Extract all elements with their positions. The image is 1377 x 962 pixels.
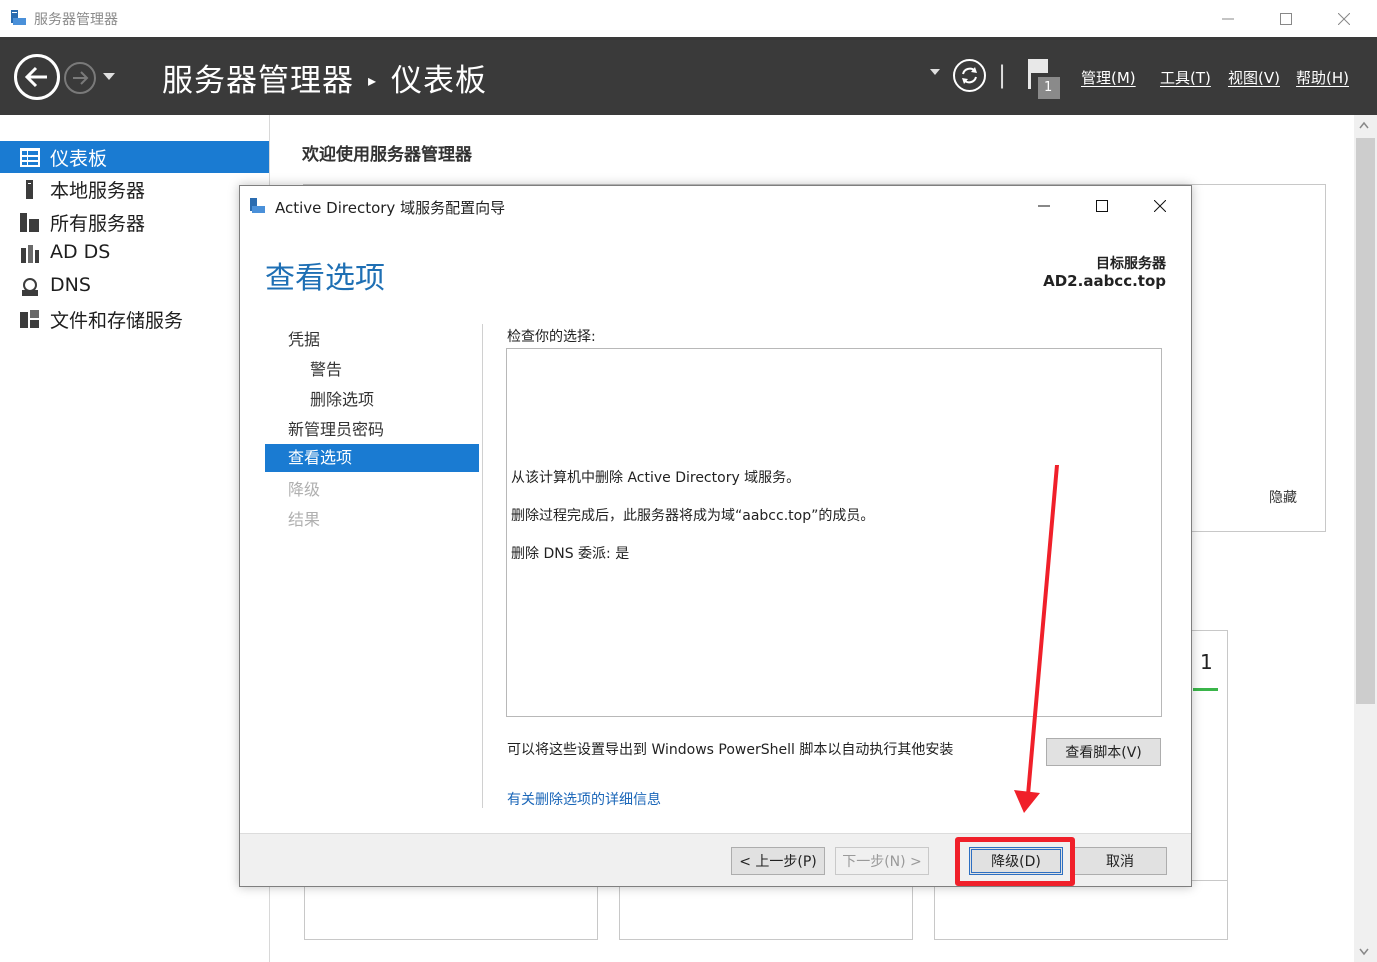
steps-divider	[482, 324, 483, 808]
dialog-maximize-button[interactable]	[1073, 186, 1131, 226]
server-manager-app-icon	[11, 10, 26, 25]
view-script-button[interactable]: 查看脚本(V)	[1046, 738, 1161, 766]
role-tile	[619, 880, 913, 940]
scroll-down-icon[interactable]	[1358, 948, 1370, 956]
step-results: 结果	[288, 510, 321, 529]
servers-icon	[20, 213, 39, 232]
annotation-highlight-box	[955, 837, 1075, 886]
close-icon	[1154, 200, 1166, 212]
history-dropdown-icon[interactable]	[103, 73, 115, 81]
breadcrumb-separator-icon: ▸	[368, 71, 378, 90]
previous-button[interactable]: < 上一步(P)	[731, 847, 825, 875]
review-line: 从该计算机中删除 Active Directory 域服务。	[511, 470, 801, 486]
notifications-button[interactable]: 1	[1024, 57, 1064, 101]
menu-help[interactable]: 帮助(H)	[1296, 67, 1349, 88]
sidebar: 仪表板 本地服务器 所有服务器 AD DS DNS 文件和存储服务	[0, 115, 270, 962]
refresh-button[interactable]	[953, 59, 986, 92]
window-title: 服务器管理器	[34, 12, 118, 28]
back-button[interactable]	[14, 54, 60, 100]
ad-ds-configuration-wizard: Active Directory 域服务配置向导 查看选项 目标服务器 AD2.…	[239, 185, 1192, 887]
sidebar-item-dns[interactable]: DNS	[0, 271, 269, 303]
step-warnings[interactable]: 警告	[265, 356, 479, 384]
sidebar-item-file-storage[interactable]: 文件和存储服务	[0, 303, 269, 335]
sidebar-item-label: 本地服务器	[50, 180, 146, 202]
breadcrumb-current: 仪表板	[391, 63, 488, 99]
breadcrumb: 服务器管理器 ▸ 仪表板	[162, 55, 487, 100]
wizard-page-title: 查看选项	[265, 261, 385, 296]
header-dropdown-icon[interactable]	[930, 69, 940, 77]
refresh-icon	[962, 67, 977, 84]
review-textbox[interactable]: 从该计算机中删除 Active Directory 域服务。 删除过程完成后，此…	[506, 348, 1162, 717]
wizard-app-icon	[250, 198, 265, 213]
dashboard-icon	[20, 148, 40, 167]
dialog-titlebar: Active Directory 域服务配置向导	[240, 186, 1191, 226]
next-button: 下一步(N) >	[835, 847, 929, 875]
dialog-title: Active Directory 域服务配置向导	[275, 199, 506, 217]
export-script-text: 可以将这些设置导出到 Windows PowerShell 脚本以自动执行其他安…	[507, 742, 954, 758]
step-credentials[interactable]: 凭据	[265, 326, 479, 354]
role-tile	[934, 880, 1228, 940]
storage-icon	[20, 310, 39, 328]
target-server-value: AD2.aabcc.top	[1043, 272, 1166, 290]
header-divider: |	[998, 61, 1007, 89]
welcome-heading: 欢迎使用服务器管理器	[302, 145, 472, 165]
maximize-icon	[1096, 200, 1108, 212]
close-icon	[1338, 12, 1350, 25]
role-tile	[304, 880, 598, 940]
maximize-icon	[1280, 12, 1292, 25]
step-new-admin-password[interactable]: 新管理员密码	[265, 416, 479, 444]
arrow-right-icon	[73, 71, 89, 85]
sidebar-item-local-server[interactable]: 本地服务器	[0, 173, 269, 205]
review-selections-label: 检查你的选择:	[507, 329, 596, 345]
review-line: 删除过程完成后，此服务器将成为域“aabcc.top”的成员。	[511, 508, 875, 524]
sidebar-item-label: DNS	[50, 274, 91, 296]
step-demotion: 降级	[288, 480, 321, 499]
arrow-left-icon	[24, 66, 47, 88]
review-line: 删除 DNS 委派: 是	[511, 546, 630, 562]
minimize-icon	[1222, 18, 1234, 19]
sidebar-item-label: 所有服务器	[50, 213, 146, 235]
close-button[interactable]	[1315, 0, 1373, 37]
maximize-button[interactable]	[1257, 0, 1315, 37]
breadcrumb-root[interactable]: 服务器管理器	[162, 63, 354, 99]
sidebar-item-label: 仪表板	[50, 148, 108, 170]
hide-link[interactable]: 隐藏	[1269, 487, 1297, 507]
ad-ds-icon	[21, 245, 39, 263]
scrollbar-thumb[interactable]	[1356, 138, 1375, 704]
target-server-label: 目标服务器	[1096, 256, 1166, 272]
tile-count: 1	[1200, 650, 1213, 674]
sidebar-item-ad-ds[interactable]: AD DS	[0, 238, 269, 270]
dns-icon	[22, 278, 38, 296]
sidebar-item-label: 文件和存储服务	[50, 310, 184, 332]
cancel-button[interactable]: 取消	[1073, 847, 1167, 875]
sidebar-item-dashboard[interactable]: 仪表板	[0, 141, 269, 173]
scroll-up-icon[interactable]	[1358, 121, 1370, 129]
menu-tools[interactable]: 工具(T)	[1160, 67, 1211, 88]
header-bar: 服务器管理器 ▸ 仪表板 | 1 管理(M) 工具(T) 视图(V) 帮助(H)	[0, 37, 1377, 115]
sidebar-item-all-servers[interactable]: 所有服务器	[0, 206, 269, 238]
sidebar-item-label: AD DS	[50, 241, 111, 263]
forward-button[interactable]	[64, 62, 96, 94]
dialog-close-button[interactable]	[1131, 186, 1189, 226]
minimize-icon	[1038, 205, 1050, 207]
menu-manage[interactable]: 管理(M)	[1081, 67, 1136, 88]
menu-view[interactable]: 视图(V)	[1228, 67, 1280, 88]
tile-status-bar	[1193, 688, 1218, 691]
server-icon	[26, 180, 33, 199]
step-removal-options[interactable]: 删除选项	[265, 386, 479, 414]
notification-count-badge: 1	[1044, 80, 1053, 95]
window-titlebar: 服务器管理器	[0, 0, 1377, 37]
minimize-button[interactable]	[1199, 0, 1257, 37]
dialog-minimize-button[interactable]	[1015, 186, 1073, 226]
removal-options-info-link[interactable]: 有关删除选项的详细信息	[507, 789, 661, 809]
step-review-options[interactable]: 查看选项	[265, 444, 479, 472]
